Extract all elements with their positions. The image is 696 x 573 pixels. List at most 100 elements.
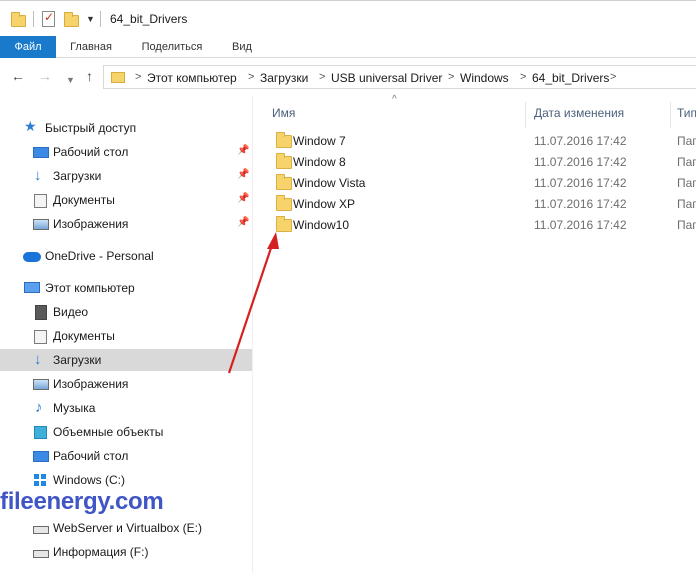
breadcrumb-separator-icon[interactable]: > xyxy=(448,71,454,83)
file-date: 11.07.2016 17:42 xyxy=(534,218,627,232)
breadcrumb-usb-driver[interactable]: USB universal Driver xyxy=(331,71,442,85)
breadcrumb-downloads[interactable]: Загрузки xyxy=(260,71,308,85)
file-name: Window10 xyxy=(293,218,350,232)
nav-item-label: Музыка xyxy=(53,401,96,415)
file-name: Window 7 xyxy=(293,134,346,148)
breadcrumb-separator-icon[interactable]: > xyxy=(248,71,254,83)
nav-pc-pictures[interactable]: Изображения xyxy=(0,373,252,395)
file-date: 11.07.2016 17:42 xyxy=(534,176,627,190)
tab-home[interactable]: Главная xyxy=(60,36,122,58)
ribbon-tabs: Файл Главная Поделиться Вид xyxy=(0,36,696,58)
video-icon xyxy=(35,305,47,320)
file-name: Window Vista xyxy=(293,176,366,190)
file-list: ^ Имя Дата изменения Тип Window 7 11.07.… xyxy=(253,94,696,573)
address-bar[interactable]: > Этот компьютер > Загрузки > USB univer… xyxy=(103,65,696,89)
window-title: 64_bit_Drivers xyxy=(110,12,188,26)
file-date: 11.07.2016 17:42 xyxy=(534,155,627,169)
nav-pc-downloads[interactable]: ↓ Загрузки xyxy=(0,349,252,371)
breadcrumb-64-bit-drivers[interactable]: 64_bit_Drivers xyxy=(532,71,609,85)
desktop-icon xyxy=(33,451,49,462)
nav-item-label: WebServer и Virtualbox (E:) xyxy=(53,521,202,535)
nav-item-label: Изображения xyxy=(53,217,129,231)
3d-objects-icon xyxy=(34,426,47,439)
column-divider[interactable] xyxy=(525,102,526,128)
nav-this-pc[interactable]: Этот компьютер xyxy=(0,277,252,299)
column-header-type[interactable]: Тип xyxy=(677,106,696,120)
nav-this-pc-label: Этот компьютер xyxy=(45,281,135,295)
folder-icon[interactable] xyxy=(11,12,26,27)
back-arrow-icon[interactable]: ← xyxy=(11,68,25,84)
nav-pc-3d-objects[interactable]: Объемные объекты xyxy=(0,421,252,443)
music-icon: ♪ xyxy=(35,399,43,416)
desktop-icon xyxy=(33,147,49,158)
nav-quick-documents[interactable]: Документы 📌 xyxy=(0,189,252,211)
nav-item-label: Рабочий стол xyxy=(53,145,129,159)
column-header-name[interactable]: Имя xyxy=(272,106,295,120)
breadcrumb-windows[interactable]: Windows xyxy=(460,71,509,85)
file-row[interactable]: Window Vista 11.07.2016 17:42 Пап xyxy=(266,173,696,194)
nav-item-label: Видео xyxy=(53,305,89,319)
tab-view[interactable]: Вид xyxy=(222,36,262,58)
forward-arrow-icon[interactable]: → xyxy=(38,68,52,84)
properties-icon[interactable]: ✓ xyxy=(42,10,55,27)
nav-pc-music[interactable]: ♪ Музыка xyxy=(0,397,252,419)
file-type: Пап xyxy=(677,176,696,190)
file-row[interactable]: Window10 11.07.2016 17:42 Пап xyxy=(266,215,696,236)
drive-icon xyxy=(33,550,49,558)
drive-icon xyxy=(33,526,49,534)
nav-drive-e[interactable]: WebServer и Virtualbox (E:) xyxy=(0,517,252,539)
pin-icon[interactable]: 📌 xyxy=(237,169,249,180)
nav-item-label: Информация (F:) xyxy=(53,545,149,559)
nav-pc-desktop[interactable]: Рабочий стол xyxy=(0,445,252,467)
nav-item-label: Рабочий стол xyxy=(53,449,129,463)
pin-icon[interactable]: 📌 xyxy=(237,145,249,156)
toolbar-separator xyxy=(33,11,34,27)
nav-item-label: Изображения xyxy=(53,377,129,391)
documents-icon xyxy=(34,194,47,208)
file-type: Пап xyxy=(677,197,696,211)
new-folder-icon[interactable] xyxy=(64,12,79,27)
file-row[interactable]: Window 7 11.07.2016 17:42 Пап xyxy=(266,131,696,152)
file-date: 11.07.2016 17:42 xyxy=(534,134,627,148)
nav-quick-pictures[interactable]: Изображения 📌 xyxy=(0,213,252,235)
nav-item-label: Документы xyxy=(53,329,115,343)
nav-item-label: Загрузки xyxy=(53,353,102,367)
file-date: 11.07.2016 17:42 xyxy=(534,197,627,211)
pin-icon[interactable]: 📌 xyxy=(237,193,249,204)
nav-onedrive[interactable]: OneDrive - Personal xyxy=(0,245,252,267)
nav-pc-documents[interactable]: Документы xyxy=(0,325,252,347)
recent-locations-icon[interactable]: ▼ xyxy=(66,72,75,88)
file-row[interactable]: Window XP 11.07.2016 17:42 Пап xyxy=(266,194,696,215)
nav-quick-downloads[interactable]: ↓ Загрузки 📌 xyxy=(0,165,252,187)
folder-icon xyxy=(276,153,292,169)
tab-file[interactable]: Файл xyxy=(0,36,56,58)
pin-icon[interactable]: 📌 xyxy=(237,217,249,228)
customize-toolbar-icon[interactable]: ▼ xyxy=(86,14,95,24)
breadcrumb-this-pc[interactable]: Этот компьютер xyxy=(147,71,237,85)
star-icon: ★ xyxy=(24,118,37,134)
breadcrumb-separator-icon[interactable]: > xyxy=(135,71,141,83)
folder-icon xyxy=(276,132,292,148)
nav-item-label: Windows (C:) xyxy=(53,473,126,487)
windows-drive-icon xyxy=(34,474,46,486)
nav-quick-access-label: Быстрый доступ xyxy=(45,121,137,135)
file-name: Window 8 xyxy=(293,155,346,169)
nav-quick-access[interactable]: ★ Быстрый доступ xyxy=(0,117,252,139)
column-header-date[interactable]: Дата изменения xyxy=(534,106,624,120)
nav-pc-videos[interactable]: Видео xyxy=(0,301,252,323)
documents-icon xyxy=(34,330,47,344)
up-arrow-icon[interactable]: ↑ xyxy=(86,68,93,84)
nav-quick-desktop[interactable]: Рабочий стол 📌 xyxy=(0,141,252,163)
file-row[interactable]: Window 8 11.07.2016 17:42 Пап xyxy=(266,152,696,173)
nav-drive-f[interactable]: Информация (F:) xyxy=(0,541,252,563)
breadcrumb-separator-icon[interactable]: > xyxy=(520,71,526,83)
folder-icon xyxy=(276,216,292,232)
column-divider[interactable] xyxy=(670,102,671,128)
sort-ascending-icon: ^ xyxy=(392,94,397,105)
breadcrumb-separator-icon[interactable]: > xyxy=(610,71,616,83)
file-name: Window XP xyxy=(293,197,356,211)
nav-onedrive-label: OneDrive - Personal xyxy=(45,249,154,263)
tab-share[interactable]: Поделиться xyxy=(132,36,212,58)
breadcrumb-separator-icon[interactable]: > xyxy=(319,71,325,83)
pictures-icon xyxy=(33,219,49,230)
